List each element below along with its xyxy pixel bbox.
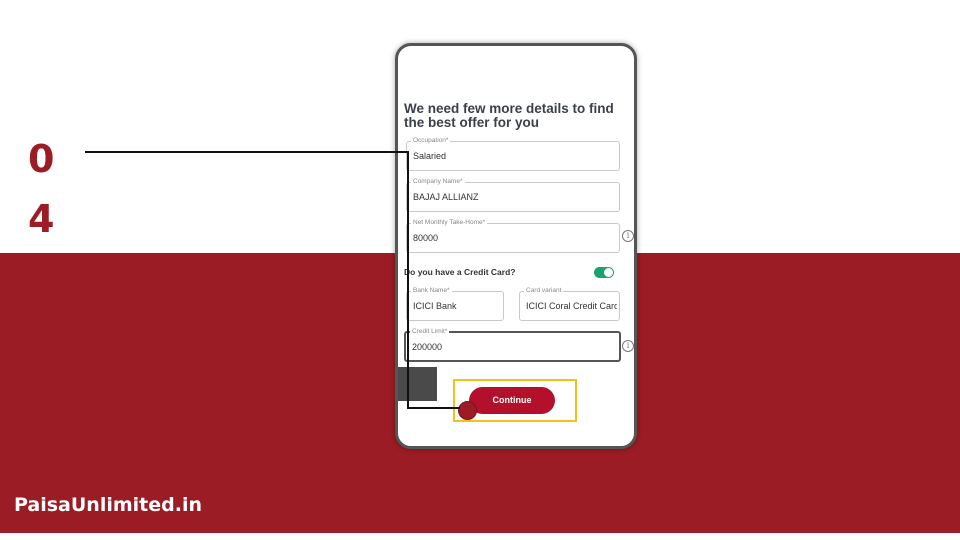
card-variant-value: ICICI Coral Credit Card [526, 301, 617, 311]
step-number-digit-2: 4 [28, 197, 55, 241]
credit-card-question: Do you have a Credit Card? [404, 267, 516, 277]
phone-mockup: We need few more details to find the bes… [395, 43, 637, 449]
net-monthly-income-label: Net Monthly Take-Home* [411, 218, 488, 228]
credit-card-toggle[interactable] [594, 267, 614, 278]
net-monthly-income-field[interactable]: Net Monthly Take-Home* 80000 [406, 218, 620, 253]
credit-limit-value: 200000 [412, 342, 443, 352]
occupation-label: Occupation* [411, 136, 451, 146]
credit-limit-info-icon[interactable]: i [622, 340, 634, 352]
click-indicator-dot [458, 401, 477, 420]
toggle-knob [604, 268, 613, 277]
credit-limit-label: Credit Limit* [410, 327, 450, 337]
company-name-value: BAJAJ ALLIANZ [413, 192, 479, 202]
continue-button[interactable]: Continue [469, 387, 555, 414]
bank-name-value: ICICI Bank [413, 301, 457, 311]
income-info-icon[interactable]: i [622, 230, 634, 242]
company-name-field[interactable]: Company Name* BAJAJ ALLIANZ [406, 177, 620, 212]
credit-limit-field[interactable]: Credit Limit* 200000 [404, 327, 621, 362]
net-monthly-income-value: 80000 [413, 233, 439, 243]
step-number-digit-1: 0 [28, 137, 55, 181]
bank-name-label: Bank Name* [411, 286, 452, 296]
form-heading: We need few more details to find the bes… [404, 101, 614, 130]
occupation-value: Salaried [413, 151, 447, 161]
bank-name-field[interactable]: Bank Name* ICICI Bank [406, 286, 504, 321]
bottom-strip [0, 533, 960, 540]
brand-name: PaisaUnlimited.in [14, 494, 202, 516]
overlay-grey-block [398, 367, 437, 401]
company-name-label: Company Name* [411, 177, 465, 187]
occupation-field[interactable]: Occupation* Salaried [406, 136, 620, 171]
card-variant-label: Card variant [524, 286, 564, 296]
card-variant-field[interactable]: Card variant ICICI Coral Credit Card [519, 286, 620, 321]
